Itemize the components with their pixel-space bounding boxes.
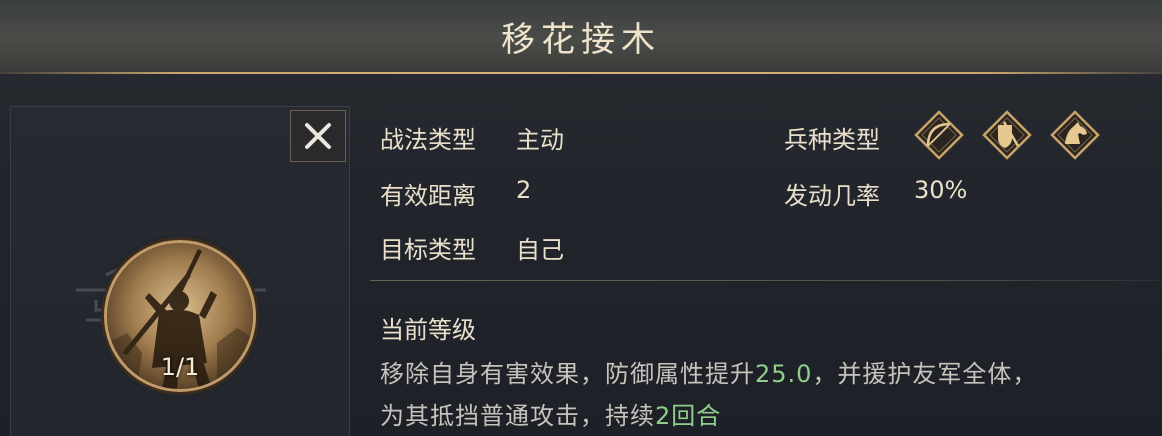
skill-level: 1/1 xyxy=(160,353,200,381)
trigger-rate-value: 30% xyxy=(914,176,968,204)
close-button[interactable] xyxy=(290,110,346,162)
description-line-1: 移除自身有害效果，防御属性提升25.0，并援护友军全体， xyxy=(380,354,1037,389)
close-icon xyxy=(305,123,331,149)
shield-icon xyxy=(982,110,1032,160)
tactic-type-label: 战法类型 xyxy=(380,126,476,154)
description-text: ，并援护友军全体， xyxy=(812,360,1038,388)
defense-bonus-value: 25.0 xyxy=(755,360,813,388)
description-text: 为其抵挡普通攻击，持续 xyxy=(380,402,655,430)
current-level-title: 当前等级 xyxy=(380,316,476,344)
description-text: 移除自身有害效果，防御属性提升 xyxy=(380,360,755,388)
range-value: 2 xyxy=(516,176,532,204)
horse-icon xyxy=(1050,110,1100,160)
section-divider xyxy=(370,280,1162,281)
troop-type-label: 兵种类型 xyxy=(784,126,880,154)
range-label: 有效距离 xyxy=(380,182,476,210)
header-divider xyxy=(0,72,1162,74)
skill-title: 移花接木 xyxy=(501,20,661,60)
trigger-rate-label: 发动几率 xyxy=(784,182,880,210)
duration-value: 2回合 xyxy=(655,402,722,430)
target-type-label: 目标类型 xyxy=(380,236,476,264)
target-type-value: 自己 xyxy=(516,236,564,264)
skill-detail-panel: 移花接木 1/1 战法类型 主动 有效距离 2 目标类型 自己 兵种类型 发动几… xyxy=(0,0,1162,436)
tactic-type-value: 主动 xyxy=(516,126,564,154)
description-line-2: 为其抵挡普通攻击，持续2回合 xyxy=(380,396,721,431)
bow-icon xyxy=(914,110,964,160)
header-bar: 移花接木 xyxy=(0,0,1162,72)
